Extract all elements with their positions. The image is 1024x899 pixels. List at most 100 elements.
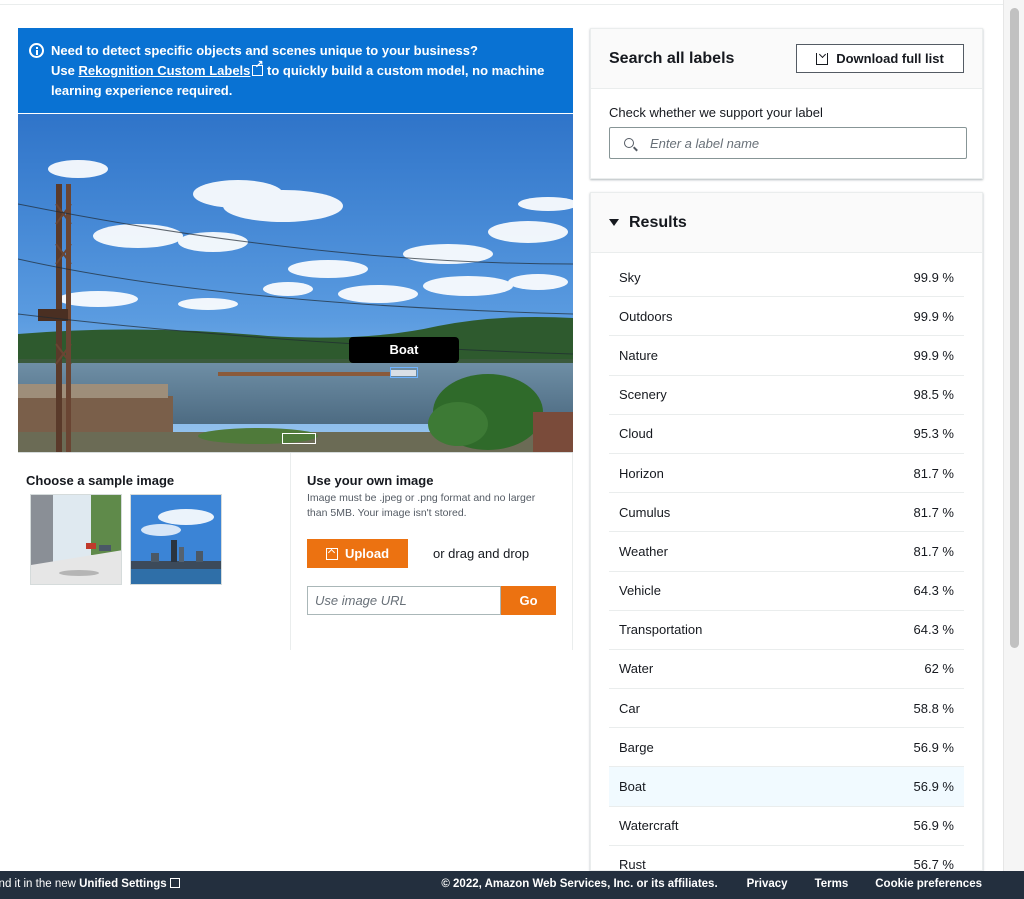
search-labels-panel: Search all labels Download full list Che…	[590, 28, 983, 179]
check-label-text: Check whether we support your label	[609, 105, 823, 120]
result-confidence: 56.9 %	[913, 739, 954, 755]
banner-use-text: Use	[51, 63, 75, 78]
result-row[interactable]: Nature 99.9 %	[609, 336, 964, 376]
upload-hint: Image must be .jpeg or .png format and n…	[307, 492, 536, 519]
banner-line1: Need to detect specific objects and scen…	[51, 43, 478, 58]
banner-line2-rest: to quickly build a custom model, no mach…	[267, 63, 545, 78]
info-icon	[29, 43, 44, 58]
result-label: Vehicle	[619, 583, 661, 599]
result-label: Outdoors	[619, 308, 673, 324]
car-bounding-box[interactable]	[282, 433, 316, 444]
image-source-panels: Choose a sample image Use your own image…	[18, 453, 573, 650]
copyright-text: © 2022, Amazon Web Services, Inc. or its…	[441, 878, 718, 890]
result-label: Cumulus	[619, 504, 671, 520]
result-label: Cloud	[619, 426, 653, 442]
result-label: Transportation	[619, 622, 703, 638]
result-confidence: 64.3 %	[913, 622, 954, 638]
scrollbar-thumb[interactable]	[1010, 8, 1019, 648]
label-search-box[interactable]	[609, 127, 967, 159]
result-confidence: 98.5 %	[913, 387, 954, 403]
label-search-input[interactable]	[650, 135, 940, 151]
results-panel: Results Sky 99.9 % Outdoors 99.9 % Nature 9…	[590, 192, 983, 871]
results-title: Results	[629, 213, 687, 231]
top-strip	[0, 0, 1003, 5]
banner-line3: learning experience required.	[51, 83, 233, 98]
analyzed-image: Boat	[18, 114, 573, 453]
result-confidence: 95.3 %	[913, 426, 954, 442]
terms-link[interactable]: Terms	[815, 878, 849, 890]
result-row[interactable]: Outdoors 99.9 %	[609, 297, 964, 337]
external-link-icon	[252, 60, 264, 76]
console-footer: ind it in the new Unified Settings © 202…	[0, 871, 1024, 899]
banner-line2: Use Rekognition Custom Labels to quickly…	[51, 60, 559, 81]
result-confidence: 56.9 %	[913, 779, 954, 795]
own-image-panel: Use your own image Image must be .jpeg o…	[291, 453, 573, 650]
go-button[interactable]: Go	[501, 586, 556, 615]
result-label: Nature	[619, 347, 659, 363]
result-confidence: 56.9 %	[913, 818, 954, 834]
custom-labels-banner: Need to detect specific objects and scen…	[18, 28, 573, 113]
custom-labels-link[interactable]: Rekognition Custom Labels	[78, 63, 250, 78]
external-link-icon	[169, 878, 180, 888]
result-row[interactable]: Sky 99.9 %	[609, 258, 964, 298]
result-label: Water	[619, 661, 654, 677]
result-label: Scenery	[619, 387, 667, 403]
privacy-link[interactable]: Privacy	[747, 878, 788, 890]
caret-down-icon[interactable]	[609, 219, 619, 226]
result-confidence: 81.7 %	[913, 543, 954, 559]
result-confidence: 99.9 %	[913, 308, 954, 324]
boat-tooltip: Boat	[349, 337, 459, 363]
custom-labels-link-text: Rekognition Custom Labels	[78, 63, 251, 78]
result-row[interactable]: Water 62 %	[609, 650, 964, 690]
page-scrollbar[interactable]	[1003, 0, 1024, 871]
demo-panel: Need to detect specific objects and scen…	[18, 28, 573, 650]
footer-left-text: ind it in the new	[0, 878, 76, 890]
sample-image-panel: Choose a sample image	[18, 453, 291, 650]
result-confidence: 99.9 %	[913, 269, 954, 285]
result-label: Watercraft	[619, 818, 679, 834]
upload-label: Upload	[344, 546, 390, 561]
result-label: Sky	[619, 269, 641, 285]
footer-left: ind it in the new Unified Settings	[0, 878, 180, 890]
result-label: Boat	[619, 779, 646, 795]
result-row[interactable]: Weather 81.7 %	[609, 532, 964, 572]
upload-icon	[325, 547, 338, 560]
search-title: Search all labels	[609, 49, 735, 67]
result-row[interactable]: Watercraft 56.9 %	[609, 807, 964, 846]
download-full-list-button[interactable]: Download full list	[796, 44, 964, 73]
drag-drop-text: or drag and drop	[433, 546, 530, 561]
result-label: Car	[619, 700, 640, 716]
download-label: Download full list	[836, 51, 944, 66]
unified-settings-link[interactable]: Unified Settings	[79, 878, 167, 890]
cookie-preferences-link[interactable]: Cookie preferences	[875, 878, 982, 890]
result-row[interactable]: Cumulus 81.7 %	[609, 493, 964, 533]
result-label: Horizon	[619, 465, 664, 481]
result-label: Barge	[619, 739, 654, 755]
boat-bounding-box[interactable]	[390, 367, 418, 378]
result-row[interactable]: Car 58.8 %	[609, 689, 964, 729]
result-confidence: 81.7 %	[913, 504, 954, 520]
result-row[interactable]: Horizon 81.7 %	[609, 454, 964, 494]
result-row[interactable]: Barge 56.9 %	[609, 728, 964, 768]
result-label: Weather	[619, 543, 668, 559]
sample-image-street[interactable]	[30, 494, 122, 585]
result-confidence: 99.9 %	[913, 347, 954, 363]
result-row[interactable]: Vehicle 64.3 %	[609, 572, 964, 611]
result-row[interactable]: Rust 56.7 %	[609, 846, 964, 871]
result-row-highlighted[interactable]: Boat 56.9 %	[609, 767, 964, 807]
result-row[interactable]: Transportation 64.3 %	[609, 611, 964, 650]
result-confidence: 64.3 %	[913, 583, 954, 599]
image-url-input[interactable]	[307, 586, 501, 615]
download-icon	[816, 52, 829, 65]
result-row[interactable]: Cloud 95.3 %	[609, 415, 964, 454]
sample-title: Choose a sample image	[26, 473, 175, 488]
results-list: Sky 99.9 % Outdoors 99.9 % Nature 99.9 % Sc…	[591, 253, 982, 871]
upload-button[interactable]: Upload	[307, 539, 408, 568]
results-header[interactable]: Results	[591, 193, 982, 253]
sample-image-skyline[interactable]	[130, 494, 222, 585]
result-confidence: 58.8 %	[913, 700, 954, 716]
own-image-title: Use your own image	[307, 473, 434, 488]
result-confidence: 62 %	[924, 661, 954, 677]
result-row[interactable]: Scenery 98.5 %	[609, 376, 964, 415]
result-confidence: 56.7 %	[913, 857, 954, 871]
